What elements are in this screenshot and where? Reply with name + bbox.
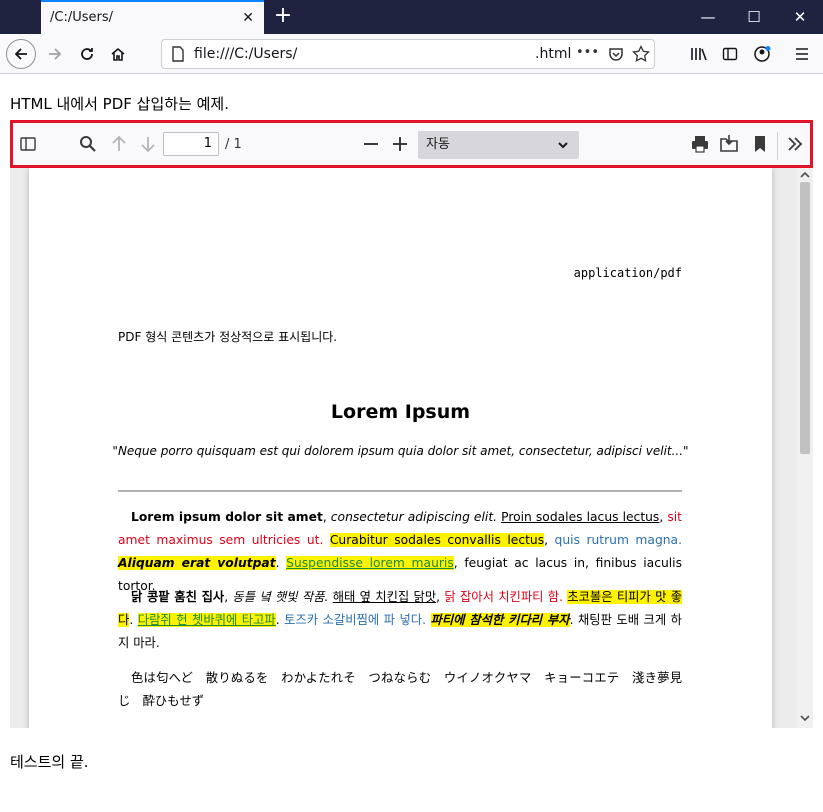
previous-page-icon[interactable]	[108, 133, 130, 155]
next-page-icon[interactable]	[137, 133, 159, 155]
toolbar-separator	[777, 132, 778, 160]
browser-tab[interactable]: /C:/Users/ ✕	[41, 0, 264, 34]
zoom-out-icon[interactable]	[360, 133, 382, 155]
horizontal-rule	[118, 490, 682, 492]
scroll-thumb[interactable]	[800, 182, 810, 454]
forward-button[interactable]	[40, 39, 70, 69]
document-title: Lorem Ipsum	[330, 401, 471, 423]
toggle-sidebar-icon[interactable]	[17, 133, 39, 155]
zoom-value: 자동	[426, 137, 450, 152]
paragraph-latin: Lorem ipsum dolor sit amet, consectetur …	[118, 510, 682, 593]
account-button[interactable]	[747, 39, 777, 69]
save-icon[interactable]	[718, 133, 740, 155]
tools-menu-icon[interactable]	[784, 133, 806, 155]
title-bar: /C:/Users/ ✕ + — ☐ ✕	[0, 0, 823, 34]
pdf-note: PDF 형식 콘텐츠가 정상적으로 표시됩니다.	[118, 330, 338, 344]
account-icon	[754, 46, 771, 62]
page-footer-text: 테스트의 끝.	[10, 753, 89, 771]
home-button[interactable]	[103, 39, 133, 69]
menu-button[interactable]	[787, 39, 817, 69]
sidebar-button[interactable]	[715, 39, 745, 69]
minimize-button[interactable]: —	[685, 0, 731, 34]
pdf-viewer: 1 / 1 자동 application/pdf PDF 형식 콘텐츠가 정상적…	[10, 120, 813, 728]
korean-link[interactable]: 다람쥐 헌 쳇바퀴에 타고파	[137, 613, 276, 627]
zoom-select[interactable]: 자동	[418, 131, 579, 159]
forward-arrow-icon	[49, 48, 62, 60]
paragraph-korean: 닭 콩팥 훔친 집사, 동틀 녘 햇빛 작품. 해태 옆 치킨집 닭맛, 닭 잡…	[118, 590, 683, 650]
mime-type-label: application/pdf	[573, 266, 682, 280]
tab-close-icon[interactable]: ✕	[242, 10, 254, 26]
scroll-down-icon[interactable]	[797, 711, 813, 728]
print-icon[interactable]	[689, 133, 711, 155]
url-text: file:///C:/Users/	[194, 46, 298, 62]
library-button[interactable]	[684, 39, 714, 69]
page-count: / 1	[225, 137, 242, 152]
chevron-down-icon	[558, 142, 568, 149]
paragraph-japanese: 色は匂へど 散りぬるを わかよたれそ つねならむ ウイノオクヤマ キョーコエテ …	[118, 671, 682, 708]
page-heading: HTML 내에서 PDF 삽입하는 예제.	[10, 95, 230, 113]
reload-button[interactable]	[72, 39, 102, 69]
document-quote: "Neque porro quisquam est qui dolorem ip…	[112, 444, 689, 458]
back-arrow-icon	[14, 48, 27, 60]
pdf-document-area[interactable]: application/pdf PDF 형식 콘텐츠가 정상적으로 표시됩니다.…	[10, 168, 813, 728]
pocket-icon[interactable]	[608, 46, 624, 62]
suspendisse-link[interactable]: Suspendisse lorem mauris	[286, 556, 454, 570]
bookmark-star-icon[interactable]	[632, 45, 650, 63]
page-icon	[172, 46, 184, 62]
maximize-button[interactable]: ☐	[731, 0, 777, 34]
pdf-scrollbar[interactable]	[797, 168, 813, 728]
new-tab-button[interactable]: +	[271, 4, 295, 28]
page-actions-icon[interactable]: •••	[576, 45, 599, 60]
library-icon	[691, 48, 707, 61]
search-icon[interactable]	[77, 133, 99, 155]
sidebar-icon	[722, 47, 738, 61]
pdf-toolbar: 1 / 1 자동	[10, 120, 813, 168]
tab-title: /C:/Users/	[50, 10, 114, 25]
back-button[interactable]	[6, 39, 36, 69]
pdf-page: application/pdf PDF 형식 콘텐츠가 정상적으로 표시됩니다.…	[29, 168, 772, 728]
close-window-button[interactable]: ✕	[777, 0, 823, 34]
home-icon	[111, 47, 125, 61]
page-number-input[interactable]: 1	[163, 132, 219, 156]
navigation-bar: file:///C:/Users/ .html •••	[0, 34, 823, 74]
url-extension: .html	[535, 46, 572, 62]
zoom-in-icon[interactable]	[389, 133, 411, 155]
address-bar[interactable]: file:///C:/Users/ .html •••	[161, 39, 655, 69]
hamburger-menu-icon	[796, 48, 808, 60]
reload-icon	[81, 48, 93, 60]
bookmark-icon[interactable]	[749, 133, 771, 155]
